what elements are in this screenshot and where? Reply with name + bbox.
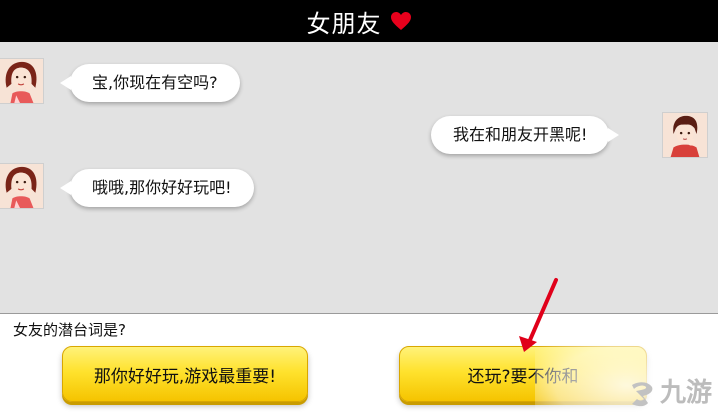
page-title: 女朋友 [306, 9, 382, 38]
girlfriend-avatar [0, 58, 44, 104]
question-prompt: 女友的潜台词是? [13, 321, 126, 339]
message-text: 宝,你现在有空吗? [92, 73, 218, 92]
chat-bubble-girlfriend: 哦哦,那你好好玩吧! [60, 169, 254, 207]
chat-bubble-girlfriend: 宝,你现在有空吗? [60, 64, 240, 102]
heart-icon [390, 11, 412, 31]
title-bar: 女朋友 [0, 0, 718, 42]
watermark-text: 九游 [659, 378, 712, 408]
chat-area: 宝,你现在有空吗? 我在和朋友开黑呢! 哦哦,那你好好玩吧! [0, 42, 718, 312]
choice-button-1[interactable]: 那你好好玩,游戏最重要! [62, 346, 308, 402]
girlfriend-avatar [0, 163, 44, 209]
player-avatar [662, 112, 708, 158]
watermark: 九游 [535, 335, 718, 419]
jiuyou-logo-icon [631, 382, 653, 407]
message-text: 哦哦,那你好好玩吧! [92, 178, 232, 197]
message-text: 我在和朋友开黑呢! [453, 125, 588, 144]
choice-label: 那你好好玩,游戏最重要! [93, 366, 277, 387]
chat-bubble-player: 我在和朋友开黑呢! [431, 116, 620, 154]
